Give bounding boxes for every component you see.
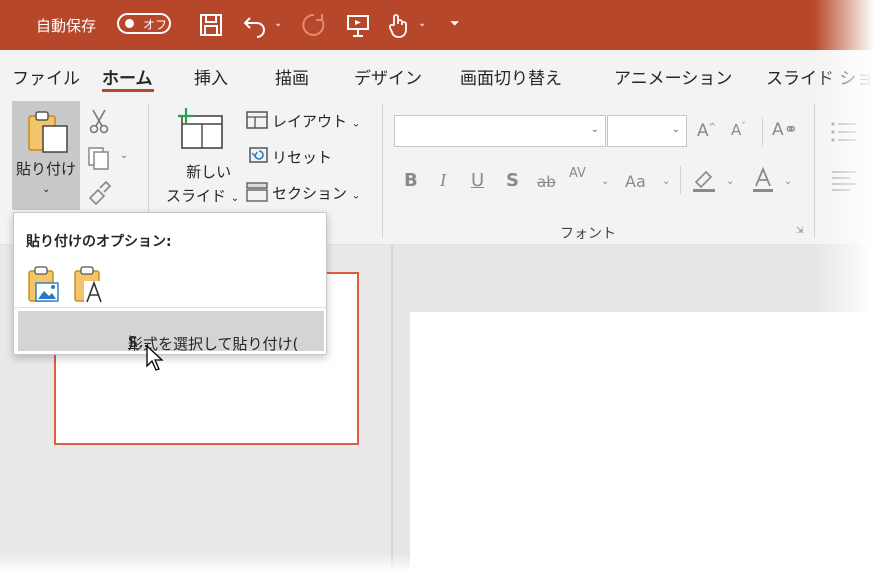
undo-icon[interactable] bbox=[242, 12, 268, 38]
section-dropdown-icon: ⌄ bbox=[351, 190, 361, 202]
tab-slideshow[interactable]: スライド ショー bbox=[766, 64, 874, 89]
save-icon[interactable] bbox=[198, 12, 224, 38]
text-shadow-icon[interactable]: S bbox=[506, 170, 519, 191]
font-color-icon[interactable] bbox=[750, 166, 776, 198]
title-bar: 自動保存 オフ ⌄ ⌄ ⏷ bbox=[0, 0, 874, 50]
mouse-pointer-icon bbox=[146, 344, 166, 377]
new-slide-line2: スライド bbox=[166, 187, 227, 205]
change-case-icon[interactable]: Aa bbox=[625, 172, 646, 191]
font-size-combo[interactable]: ⌄ bbox=[607, 115, 687, 147]
tab-insert[interactable]: 挿入 bbox=[194, 64, 228, 89]
highlight-icon[interactable] bbox=[690, 166, 718, 198]
highlight-dropdown-icon[interactable]: ⌄ bbox=[726, 176, 734, 187]
cut-icon[interactable] bbox=[88, 108, 110, 138]
group-divider bbox=[680, 166, 681, 194]
reset-label: リセット bbox=[272, 148, 333, 167]
autosave-state: オフ bbox=[143, 18, 168, 32]
align-left-icon[interactable] bbox=[830, 168, 856, 196]
strikethrough-icon[interactable]: ab bbox=[537, 173, 556, 191]
group-divider bbox=[762, 118, 763, 146]
tab-file[interactable]: ファイル bbox=[12, 64, 80, 89]
clipboard-paste-icon bbox=[26, 110, 70, 158]
font-group-label: フォント bbox=[560, 226, 616, 242]
paste-special-menu-item[interactable]: 形式を選択して貼り付け(S)... bbox=[18, 311, 324, 353]
section-icon bbox=[246, 182, 268, 206]
autosave-toggle[interactable]: オフ bbox=[117, 13, 171, 34]
format-painter-icon[interactable] bbox=[86, 180, 112, 210]
bold-icon[interactable]: B bbox=[404, 170, 418, 191]
paste-as-picture-icon[interactable] bbox=[26, 265, 60, 305]
autosave-label: 自動保存 bbox=[36, 17, 97, 35]
new-slide-line1: 新しい bbox=[186, 163, 232, 181]
new-slide-button[interactable]: 新しい スライド ⌄ bbox=[166, 160, 240, 211]
touch-dropdown-icon[interactable]: ⌄ bbox=[418, 18, 426, 29]
italic-icon[interactable]: I bbox=[440, 170, 446, 191]
layout-dropdown-icon: ⌄ bbox=[351, 118, 361, 130]
tab-animations[interactable]: アニメーション bbox=[614, 64, 732, 89]
toggle-knob bbox=[125, 19, 134, 28]
decrease-font-size-icon[interactable]: Aˇ bbox=[731, 121, 746, 139]
font-name-dropdown-icon[interactable]: ⌄ bbox=[591, 124, 599, 135]
group-divider bbox=[814, 104, 815, 238]
paste-dropdown-icon: ⌄ bbox=[42, 184, 51, 195]
paste-options-heading: 貼り付けのオプション: bbox=[26, 234, 172, 250]
new-slide-dropdown-icon: ⌄ bbox=[230, 193, 240, 204]
layout-button[interactable]: レイアウト ⌄ bbox=[246, 110, 360, 134]
change-case-dropdown-icon[interactable]: ⌄ bbox=[662, 176, 670, 187]
font-name-combo[interactable]: ⌄ bbox=[394, 115, 606, 147]
new-slide-icon[interactable] bbox=[176, 108, 224, 154]
reset-icon bbox=[246, 146, 268, 170]
paste-options-menu: 貼り付けのオプション: 形式を選択して貼り付け(S)... bbox=[13, 212, 327, 355]
copy-icon[interactable] bbox=[86, 145, 112, 175]
tab-design[interactable]: デザイン bbox=[354, 64, 422, 89]
character-spacing-dropdown-icon[interactable]: ⌄ bbox=[601, 176, 609, 187]
keep-text-only-icon[interactable] bbox=[72, 265, 106, 305]
active-tab-indicator bbox=[102, 89, 154, 92]
section-button[interactable]: セクション ⌄ bbox=[246, 182, 360, 206]
copy-dropdown-icon[interactable]: ⌄ bbox=[120, 150, 128, 161]
tab-draw[interactable]: 描画 bbox=[275, 64, 309, 89]
group-divider bbox=[382, 104, 383, 238]
section-label: セクション bbox=[272, 184, 348, 203]
touch-mode-icon[interactable] bbox=[385, 12, 411, 38]
slide-canvas[interactable] bbox=[410, 312, 874, 573]
font-dialog-launcher-icon[interactable]: ⇲ bbox=[796, 226, 804, 236]
redo-icon[interactable] bbox=[301, 12, 327, 38]
menu-separator bbox=[14, 307, 326, 308]
character-spacing-icon[interactable]: AV bbox=[569, 166, 586, 181]
undo-dropdown-icon[interactable]: ⌄ bbox=[274, 18, 282, 29]
customize-qat-icon[interactable]: ⏷ bbox=[450, 16, 460, 31]
tab-home[interactable]: ホーム bbox=[102, 64, 153, 89]
tab-transitions[interactable]: 画面切り替え bbox=[460, 64, 562, 89]
bullets-icon[interactable] bbox=[830, 120, 856, 148]
clear-formatting-icon[interactable]: A⚭ bbox=[772, 120, 798, 140]
layout-label: レイアウト bbox=[272, 112, 348, 131]
paste-label: 貼り付け bbox=[16, 160, 77, 178]
font-color-dropdown-icon[interactable]: ⌄ bbox=[784, 176, 792, 187]
font-size-dropdown-icon[interactable]: ⌄ bbox=[672, 124, 680, 135]
underline-icon[interactable]: U bbox=[471, 170, 484, 191]
present-icon[interactable] bbox=[345, 12, 371, 38]
increase-font-size-icon[interactable]: A^ bbox=[697, 121, 716, 141]
layout-icon bbox=[246, 110, 268, 134]
reset-button[interactable]: リセット bbox=[246, 146, 332, 170]
